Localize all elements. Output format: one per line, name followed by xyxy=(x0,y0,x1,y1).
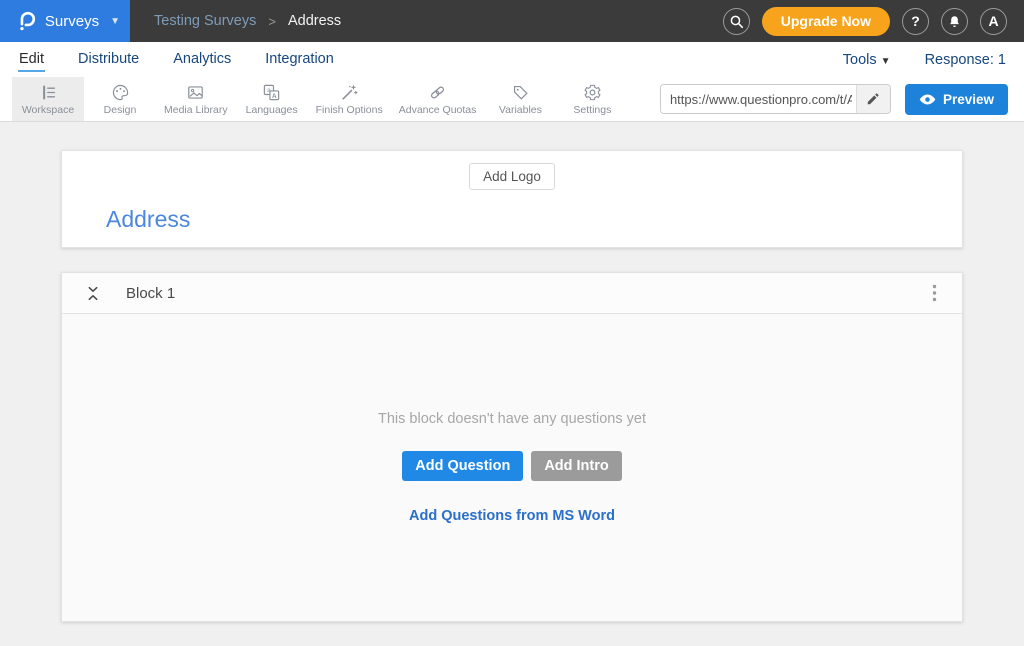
toolbar-item-advance-quotas[interactable]: Advance Quotas xyxy=(391,77,485,121)
gear-icon xyxy=(583,83,602,102)
toolbar-item-variables[interactable]: Variables xyxy=(484,77,556,121)
toolbar-right: Preview xyxy=(660,77,1024,121)
breadcrumb-parent-link[interactable]: Testing Surveys xyxy=(154,13,256,29)
tools-dropdown[interactable]: Tools ▼ xyxy=(843,52,891,68)
tab-distribute[interactable]: Distribute xyxy=(77,48,140,72)
questionpro-logo-icon xyxy=(15,10,36,33)
product-label: Surveys xyxy=(45,13,99,30)
palette-icon xyxy=(111,83,130,102)
add-intro-button[interactable]: Add Intro xyxy=(531,451,621,481)
add-logo-button[interactable]: Add Logo xyxy=(469,163,555,190)
collapse-icon xyxy=(86,285,100,302)
edit-url-button[interactable] xyxy=(856,85,890,113)
toolbar-item-design[interactable]: Design xyxy=(84,77,156,121)
avatar-button[interactable]: A xyxy=(980,8,1007,35)
search-button[interactable] xyxy=(723,8,750,35)
kebab-menu-icon xyxy=(932,284,937,302)
survey-title[interactable]: Address xyxy=(106,206,918,233)
question-mark-icon: ? xyxy=(911,13,920,29)
main-tab-bar: Edit Distribute Analytics Integration To… xyxy=(0,42,1024,77)
toolbar-item-finish-options[interactable]: Finish Options xyxy=(308,77,391,121)
add-questions-from-ms-word-link[interactable]: Add Questions from MS Word xyxy=(409,508,615,524)
block-menu-button[interactable] xyxy=(927,281,942,305)
survey-editor-content: Add Logo Address Block 1 This block do xyxy=(0,122,1024,622)
topbar-actions: Upgrade Now ? A xyxy=(723,7,1024,36)
survey-url-input[interactable] xyxy=(661,85,856,113)
block-title[interactable]: Block 1 xyxy=(126,285,175,302)
tag-icon xyxy=(511,83,530,102)
empty-block-message: This block doesn't have any questions ye… xyxy=(378,411,646,427)
breadcrumb-separator: > xyxy=(268,14,276,29)
svg-text:a: a xyxy=(267,86,271,93)
workspace-icon xyxy=(39,83,58,102)
help-button[interactable]: ? xyxy=(902,8,929,35)
main-tabs: Edit Distribute Analytics Integration xyxy=(18,48,335,72)
avatar: A xyxy=(988,13,998,29)
chain-links-icon xyxy=(428,83,447,102)
survey-url-box xyxy=(660,84,891,114)
tab-edit[interactable]: Edit xyxy=(18,48,45,72)
breadcrumb-current: Address xyxy=(288,13,341,29)
tabrow-right: Tools ▼ Response: 1 xyxy=(843,52,1006,68)
preview-button[interactable]: Preview xyxy=(905,84,1008,115)
chevron-down-icon: ▼ xyxy=(881,56,891,67)
magic-wand-icon xyxy=(340,83,359,102)
translate-icon: a A xyxy=(262,83,281,102)
search-icon xyxy=(729,14,744,29)
toolbar-item-media-library[interactable]: Media Library xyxy=(156,77,236,121)
toolbar-item-settings[interactable]: Settings xyxy=(556,77,628,121)
image-icon xyxy=(186,83,205,102)
upgrade-now-button[interactable]: Upgrade Now xyxy=(762,7,890,36)
eye-icon xyxy=(919,93,936,106)
survey-toolbar: Workspace Design Media Library a A Langu… xyxy=(0,77,1024,122)
survey-header-card: Add Logo Address xyxy=(61,150,963,248)
tab-integration[interactable]: Integration xyxy=(264,48,335,72)
collapse-block-button[interactable] xyxy=(84,283,102,304)
bell-icon xyxy=(947,14,962,29)
top-navigation-bar: Surveys ▼ Testing Surveys > Address Upgr… xyxy=(0,0,1024,42)
block-card: Block 1 This block doesn't have any ques… xyxy=(61,272,963,622)
product-switcher[interactable]: Surveys ▼ xyxy=(0,0,130,42)
toolbar-item-languages[interactable]: a A Languages xyxy=(236,77,308,121)
notifications-button[interactable] xyxy=(941,8,968,35)
response-count[interactable]: Response: 1 xyxy=(925,52,1006,68)
block-header: Block 1 xyxy=(62,273,962,314)
tab-analytics[interactable]: Analytics xyxy=(172,48,232,72)
add-question-button[interactable]: Add Question xyxy=(402,451,523,481)
chevron-down-icon: ▼ xyxy=(110,16,120,27)
pencil-icon xyxy=(866,92,880,106)
block-body: This block doesn't have any questions ye… xyxy=(62,314,962,621)
breadcrumb: Testing Surveys > Address xyxy=(154,13,341,29)
svg-text:A: A xyxy=(272,92,277,99)
toolbar-item-workspace[interactable]: Workspace xyxy=(12,77,84,121)
